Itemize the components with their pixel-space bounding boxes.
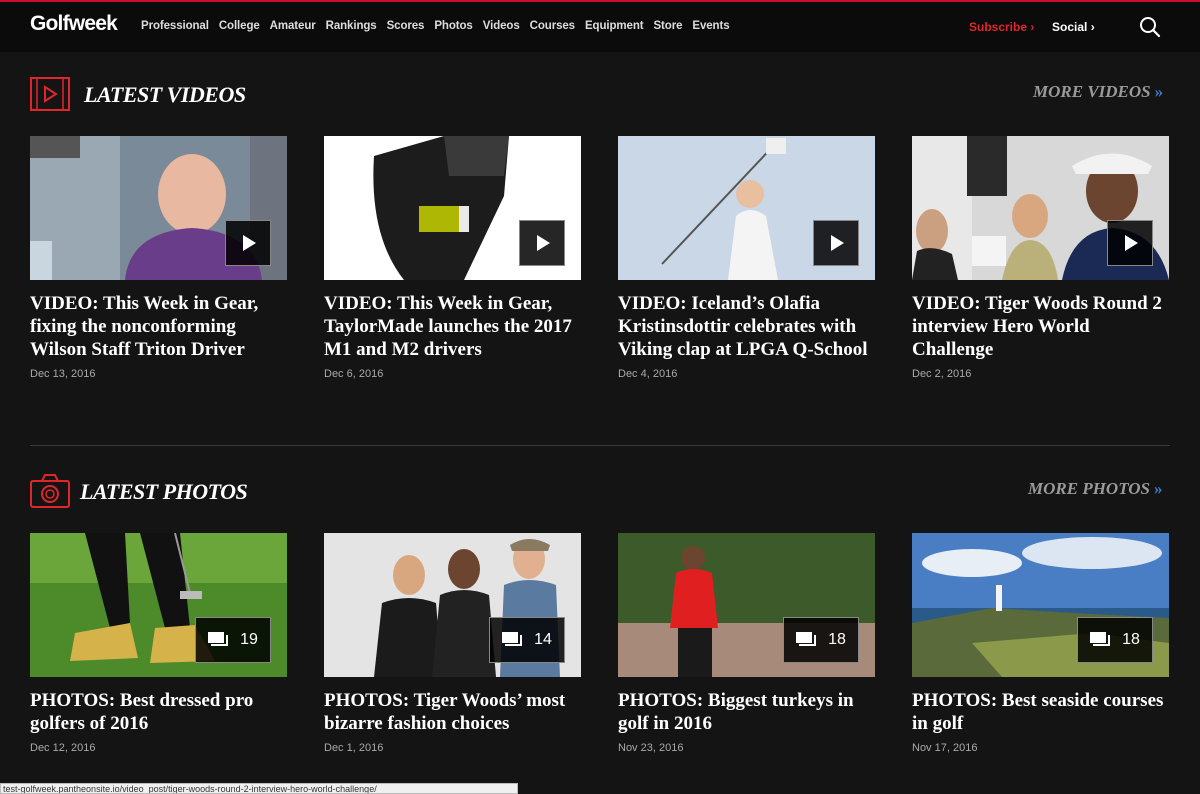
video-date: Dec 4, 2016 [618, 368, 678, 380]
site-logo[interactable]: Golfweek [30, 12, 118, 36]
gallery-count: 18 [828, 631, 846, 648]
nav-item-scores[interactable]: Scores [387, 20, 425, 32]
gallery-date: Nov 23, 2016 [618, 742, 684, 754]
video-title[interactable]: VIDEO: Tiger Woods Round 2 interview Her… [912, 292, 1169, 361]
section-divider [30, 445, 1170, 446]
video-title[interactable]: VIDEO: This Week in Gear, fixing the non… [30, 292, 287, 361]
double-chevron-right-icon: » [1154, 82, 1164, 101]
gallery-count: 19 [240, 631, 258, 648]
gallery-count-badge: 18 [1077, 617, 1153, 663]
video-card[interactable]: VIDEO: This Week in Gear, TaylorMade lau… [324, 136, 581, 380]
gallery-title[interactable]: PHOTOS: Best dressed pro golfers of 2016 [30, 689, 287, 735]
gallery-count-badge: 14 [489, 617, 565, 663]
play-button[interactable] [225, 220, 271, 266]
video-section-icon [30, 77, 70, 111]
gallery-date: Dec 1, 2016 [324, 742, 384, 754]
video-date: Dec 6, 2016 [324, 368, 384, 380]
gallery-thumbnail[interactable]: 19 [30, 533, 287, 677]
video-card[interactable]: VIDEO: This Week in Gear, fixing the non… [30, 136, 287, 380]
more-videos-label: MORE VIDEOS [1033, 82, 1151, 101]
gallery-date: Dec 12, 2016 [30, 742, 96, 754]
latest-photos-title: LATEST PHOTOS [80, 479, 248, 504]
gallery-count: 18 [1122, 631, 1140, 648]
gallery-thumbnail[interactable]: 18 [912, 533, 1169, 677]
nav-item-videos[interactable]: Videos [483, 20, 520, 32]
chevron-right-icon: › [1090, 20, 1095, 34]
play-button[interactable] [519, 220, 565, 266]
gallery-count-badge: 18 [783, 617, 859, 663]
video-thumbnail[interactable] [618, 136, 875, 280]
photo-card[interactable]: 18 PHOTOS: Best seaside courses in golf … [912, 533, 1169, 754]
video-thumbnail[interactable] [30, 136, 287, 280]
top-nav-bar: Golfweek Professional College Amateur Ra… [0, 0, 1200, 52]
gallery-icon [796, 632, 817, 646]
search-icon[interactable] [1139, 16, 1161, 38]
video-thumbnail[interactable] [324, 136, 581, 280]
nav-item-photos[interactable]: Photos [434, 20, 472, 32]
social-label: Social [1052, 20, 1088, 34]
gallery-count-badge: 19 [195, 617, 271, 663]
gallery-date: Nov 17, 2016 [912, 742, 978, 754]
gallery-icon [208, 632, 229, 646]
gallery-thumbnail[interactable]: 18 [618, 533, 875, 677]
nav-item-events[interactable]: Events [692, 20, 729, 32]
more-videos-link[interactable]: MORE VIDEOS» [1033, 82, 1163, 102]
latest-videos-title: LATEST VIDEOS [84, 82, 246, 107]
nav-item-courses[interactable]: Courses [530, 20, 575, 32]
photo-card[interactable]: 18 PHOTOS: Biggest turkeys in golf in 20… [618, 533, 875, 754]
gallery-title[interactable]: PHOTOS: Biggest turkeys in golf in 2016 [618, 689, 875, 735]
video-card[interactable]: VIDEO: Tiger Woods Round 2 interview Her… [912, 136, 1169, 380]
nav-item-professional[interactable]: Professional [141, 20, 209, 32]
subscribe-label: Subscribe [969, 20, 1028, 34]
browser-status-url: test-golfweek.pantheonsite.io/video_post… [0, 783, 518, 794]
social-link[interactable]: Social › [1052, 20, 1095, 34]
chevron-right-icon: › [1030, 20, 1035, 34]
video-date: Dec 13, 2016 [30, 368, 96, 380]
more-photos-link[interactable]: MORE PHOTOS» [1028, 479, 1163, 499]
gallery-title[interactable]: PHOTOS: Best seaside courses in golf [912, 689, 1169, 735]
play-button[interactable] [1107, 220, 1153, 266]
gallery-title[interactable]: PHOTOS: Tiger Woods’ most bizarre fashio… [324, 689, 581, 735]
video-card[interactable]: VIDEO: Iceland’s Olafia Kristinsdottir c… [618, 136, 875, 380]
video-title[interactable]: VIDEO: Iceland’s Olafia Kristinsdottir c… [618, 292, 875, 361]
nav-item-amateur[interactable]: Amateur [270, 20, 316, 32]
gallery-icon [502, 632, 523, 646]
gallery-thumbnail[interactable]: 14 [324, 533, 581, 677]
nav-item-rankings[interactable]: Rankings [326, 20, 377, 32]
more-photos-label: MORE PHOTOS [1028, 479, 1151, 498]
main-nav: Professional College Amateur Rankings Sc… [141, 20, 740, 32]
gallery-count: 14 [534, 631, 552, 648]
photo-card[interactable]: 14 PHOTOS: Tiger Woods’ most bizarre fas… [324, 533, 581, 754]
gallery-icon [1090, 632, 1111, 646]
double-chevron-right-icon: » [1154, 479, 1163, 498]
subscribe-link[interactable]: Subscribe › [969, 20, 1034, 34]
photo-card[interactable]: 19 PHOTOS: Best dressed pro golfers of 2… [30, 533, 287, 754]
video-thumbnail[interactable] [912, 136, 1169, 280]
play-button[interactable] [813, 220, 859, 266]
nav-item-college[interactable]: College [219, 20, 260, 32]
nav-item-equipment[interactable]: Equipment [585, 20, 644, 32]
camera-section-icon [30, 474, 70, 508]
nav-item-store[interactable]: Store [653, 20, 682, 32]
video-date: Dec 2, 2016 [912, 368, 972, 380]
video-title[interactable]: VIDEO: This Week in Gear, TaylorMade lau… [324, 292, 581, 361]
